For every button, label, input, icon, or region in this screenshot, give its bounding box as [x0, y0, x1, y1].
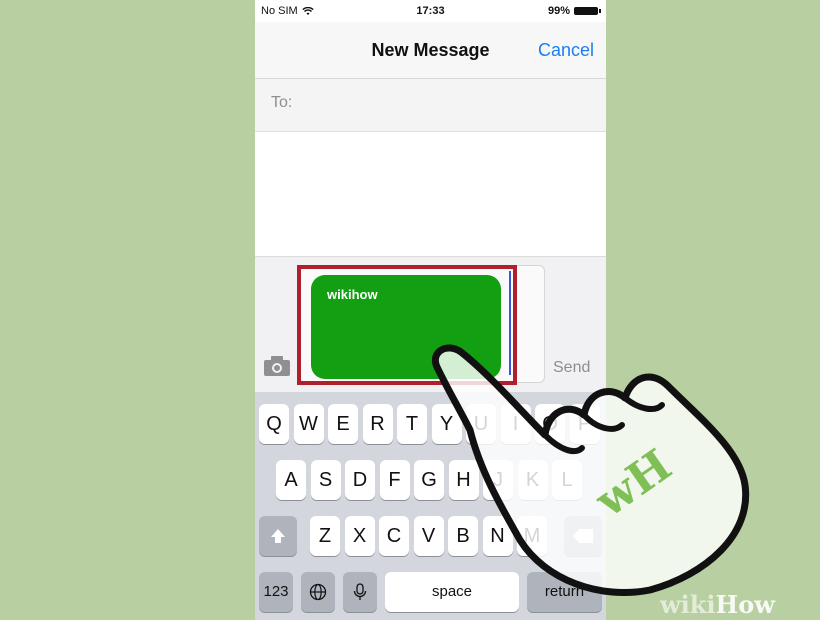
key-i[interactable]: I — [500, 404, 531, 444]
battery-icon — [574, 7, 601, 15]
phone-screen: No SIM 17:33 99% New Message Cancel To: — [255, 0, 606, 620]
delete-icon — [573, 529, 593, 543]
key-d[interactable]: D — [345, 460, 375, 500]
key-a[interactable]: A — [276, 460, 306, 500]
numbers-key[interactable]: 123 — [259, 572, 293, 612]
key-n[interactable]: N — [482, 516, 513, 556]
battery-percent: 99% — [547, 5, 570, 17]
space-key[interactable]: space — [385, 572, 519, 612]
delete-key[interactable] — [564, 516, 602, 556]
key-x[interactable]: X — [344, 516, 375, 556]
status-right: 99% — [547, 5, 601, 17]
key-l[interactable]: L — [552, 460, 582, 500]
status-bar: No SIM 17:33 99% — [255, 0, 606, 22]
key-w[interactable]: W — [293, 404, 324, 444]
to-label: To: — [271, 94, 293, 111]
key-j[interactable]: J — [483, 460, 513, 500]
navigation-bar: New Message Cancel — [255, 22, 606, 79]
key-s[interactable]: S — [310, 460, 341, 500]
key-r[interactable]: R — [362, 404, 393, 444]
key-p[interactable]: P — [569, 404, 600, 444]
recipient-field[interactable]: To: — [255, 79, 606, 132]
shift-key[interactable] — [259, 516, 297, 556]
keyboard: QWERTYUIOP ASDFGHJKL ZXCVBNM 123 space r… — [255, 392, 606, 620]
microphone-icon — [353, 583, 367, 600]
send-button[interactable]: Send — [553, 359, 590, 377]
key-q[interactable]: Q — [259, 404, 289, 444]
cancel-button[interactable]: Cancel — [538, 40, 594, 61]
text-cursor — [509, 271, 511, 375]
microphone-key[interactable] — [343, 572, 377, 612]
camera-icon[interactable] — [263, 355, 291, 377]
wikihow-watermark: wikiHow — [660, 590, 775, 619]
key-y[interactable]: Y — [431, 404, 462, 444]
key-f[interactable]: F — [379, 460, 410, 500]
key-b[interactable]: B — [448, 516, 478, 556]
attachment-label: wikihow — [327, 287, 378, 302]
key-e[interactable]: E — [328, 404, 358, 444]
key-u[interactable]: U — [466, 404, 496, 444]
attachment-preview[interactable]: wikihow — [311, 275, 501, 379]
key-h[interactable]: H — [448, 460, 479, 500]
key-g[interactable]: G — [414, 460, 444, 500]
shift-icon — [271, 529, 285, 543]
globe-key[interactable] — [301, 572, 335, 612]
globe-icon — [309, 583, 327, 601]
key-o[interactable]: O — [535, 404, 565, 444]
key-v[interactable]: V — [413, 516, 444, 556]
key-m[interactable]: M — [517, 516, 547, 556]
key-c[interactable]: C — [379, 516, 409, 556]
watermark-how: How — [715, 590, 775, 619]
message-input-bar: wikihow Send — [255, 256, 606, 393]
watermark-wiki: wiki — [660, 590, 716, 619]
key-z[interactable]: Z — [310, 516, 340, 556]
key-t[interactable]: T — [397, 404, 427, 444]
conversation-area — [255, 132, 606, 256]
highlight-box: wikihow — [297, 265, 517, 385]
return-key[interactable]: return — [527, 572, 602, 612]
finger-crease-3 — [622, 395, 665, 413]
key-k[interactable]: K — [517, 460, 548, 500]
